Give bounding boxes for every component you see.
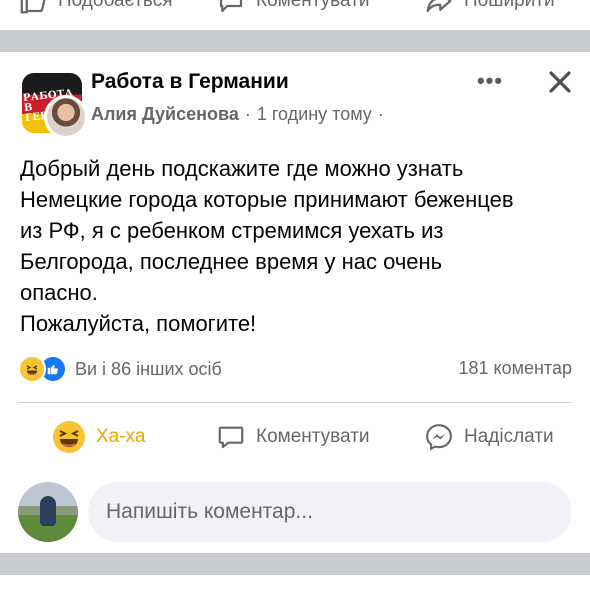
haha-label: Ха-ха	[96, 426, 146, 447]
thumbs-up-icon	[20, 0, 46, 14]
close-icon	[549, 71, 571, 93]
divider	[18, 402, 572, 403]
feed-separator	[0, 30, 590, 52]
author-name[interactable]: Алия Дуйсенова	[91, 104, 239, 125]
haha-icon	[18, 355, 46, 383]
comment-icon	[218, 426, 244, 449]
comment-button-prev[interactable]: Коментувати	[216, 0, 370, 18]
haha-reaction-button[interactable]: Ха-ха	[52, 418, 145, 456]
avatar-person-shape	[40, 496, 56, 526]
reactions-summary[interactable]: Ви і 86 інших осіб	[18, 355, 222, 383]
comment-icon	[219, 0, 243, 13]
meta-separator: ·	[244, 104, 251, 124]
comment-placeholder: Напишіть коментар...	[106, 500, 313, 523]
like-label: Подобається	[58, 0, 173, 11]
previous-post-action-bar: Подобається Коментувати Поширити	[0, 0, 590, 30]
comment-label-prev: Коментувати	[256, 0, 370, 11]
send-button[interactable]: Надіслати	[424, 418, 554, 456]
more-options-button[interactable]: •••	[473, 66, 507, 96]
send-label: Надіслати	[464, 426, 554, 447]
comment-count[interactable]: 181 коментар	[458, 358, 572, 379]
share-icon	[426, 0, 452, 13]
post-line: Добрый день подскажите где можно узнать	[20, 156, 464, 181]
more-icon: •••	[476, 68, 504, 93]
my-avatar[interactable]	[18, 482, 78, 542]
author-avatar[interactable]	[44, 95, 88, 139]
post-line: из РФ, я с ребенком стремимся уехать из	[20, 218, 444, 243]
post-meta: Алия Дуйсенова · 1 годину тому ·	[91, 104, 384, 125]
like-button[interactable]: Подобається	[18, 0, 173, 18]
next-post-edge	[0, 575, 590, 590]
messenger-icon	[426, 424, 452, 451]
group-name[interactable]: Работа в Германии	[91, 70, 289, 94]
haha-icon	[53, 421, 85, 453]
post-line: Белгорода, последнее время у нас очень	[20, 249, 443, 274]
close-button[interactable]	[543, 66, 577, 98]
comment-button[interactable]: Коментувати	[216, 418, 370, 456]
post-time[interactable]: 1 годину тому	[257, 104, 372, 125]
comment-input[interactable]: Напишіть коментар...	[88, 482, 572, 542]
feed-separator-bottom	[0, 553, 590, 575]
comment-label: Коментувати	[256, 426, 370, 447]
post-line: опасно.	[20, 280, 98, 305]
share-button[interactable]: Поширити	[424, 0, 555, 18]
post-text: Добрый день подскажите где можно узнать …	[20, 153, 580, 339]
meta-separator-2: ·	[377, 104, 384, 124]
post-line: Пожалуйста, помогите!	[20, 311, 257, 336]
share-label: Поширити	[464, 0, 555, 11]
post-line: Немецкие города которые принимают беженц…	[20, 187, 514, 212]
reactions-text: Ви і 86 інших осіб	[75, 358, 222, 379]
